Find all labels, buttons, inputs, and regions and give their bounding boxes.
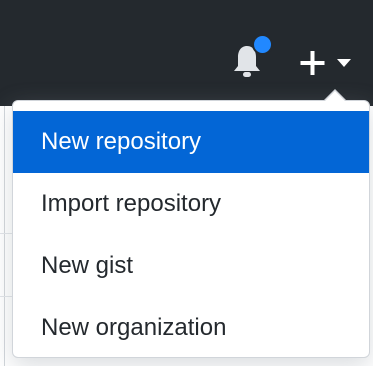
page: New repository Import repository New gis… <box>0 0 373 366</box>
menu-item-import-repository[interactable]: Import repository <box>13 173 369 235</box>
background-divider <box>4 106 5 366</box>
menu-item-new-repository[interactable]: New repository <box>13 111 369 173</box>
create-new-button[interactable] <box>298 46 358 78</box>
background-divider <box>0 296 12 297</box>
dropdown-menu: New repository Import repository New gis… <box>13 111 369 359</box>
caret-down-icon <box>337 59 351 67</box>
background-divider <box>0 233 12 234</box>
notification-indicator-dot <box>252 34 273 55</box>
menu-item-new-gist[interactable]: New gist <box>13 235 369 297</box>
menu-item-new-organization[interactable]: New organization <box>13 297 369 359</box>
plus-icon <box>300 51 325 75</box>
dropdown-caret-fill <box>324 91 346 102</box>
create-new-dropdown: New repository Import repository New gis… <box>12 89 370 359</box>
